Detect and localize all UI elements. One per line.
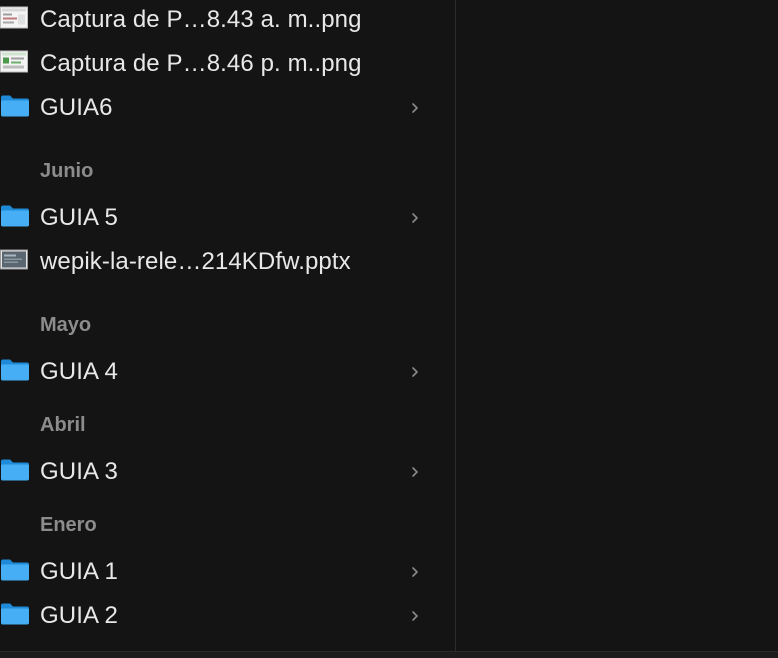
section-header-junio: Junio xyxy=(40,160,94,182)
folder-row-guia1[interactable]: GUIA 1 xyxy=(0,552,455,592)
folder-row-guia2[interactable]: GUIA 2 xyxy=(0,596,455,636)
section-header-abril: Abril xyxy=(40,414,86,436)
folder-icon xyxy=(0,94,30,123)
chevron-right-icon[interactable] xyxy=(410,100,420,116)
file-row-captura-2[interactable]: Captura de P…8.46 p. m..png xyxy=(0,44,455,84)
folder-row-guia6[interactable]: GUIA6 xyxy=(0,88,455,128)
section-header-mayo: Mayo xyxy=(40,314,92,336)
chevron-right-icon[interactable] xyxy=(410,464,420,480)
section-header-enero: Enero xyxy=(40,514,97,536)
file-name: Captura de P…8.46 p. m..png xyxy=(40,50,362,77)
chevron-right-icon[interactable] xyxy=(410,564,420,580)
preview-column xyxy=(456,0,778,652)
folder-name: GUIA 2 xyxy=(40,602,118,629)
file-name: Captura de P…8.43 a. m..png xyxy=(40,6,362,33)
chevron-right-icon[interactable] xyxy=(410,364,420,380)
folder-name: GUIA6 xyxy=(40,94,113,121)
folder-icon xyxy=(0,558,30,587)
image-file-icon xyxy=(0,50,28,78)
folder-row-guia5[interactable]: GUIA 5 xyxy=(0,198,455,238)
folder-row-guia4[interactable]: GUIA 4 xyxy=(0,352,455,392)
folder-name: GUIA 4 xyxy=(40,358,118,385)
folder-icon xyxy=(0,358,30,387)
folder-icon xyxy=(0,204,30,233)
folder-icon xyxy=(0,458,30,487)
folder-row-guia3[interactable]: GUIA 3 xyxy=(0,452,455,492)
folder-icon xyxy=(0,602,30,631)
presentation-file-icon xyxy=(0,249,28,276)
chevron-right-icon[interactable] xyxy=(410,608,420,624)
file-row-wepik[interactable]: wepik-la-rele…214KDfw.pptx xyxy=(0,242,455,282)
chevron-right-icon[interactable] xyxy=(410,210,420,226)
image-file-icon xyxy=(0,6,28,34)
file-list-column[interactable]: Captura de P…8.43 a. m..png Captura de P… xyxy=(0,0,455,652)
bottom-status-bar xyxy=(0,651,778,658)
file-row-captura-1[interactable]: Captura de P…8.43 a. m..png xyxy=(0,0,455,40)
folder-name: GUIA 3 xyxy=(40,458,118,485)
finder-window: Captura de P…8.43 a. m..png Captura de P… xyxy=(0,0,778,658)
file-name: wepik-la-rele…214KDfw.pptx xyxy=(40,248,351,275)
folder-name: GUIA 5 xyxy=(40,204,118,231)
folder-name: GUIA 1 xyxy=(40,558,118,585)
